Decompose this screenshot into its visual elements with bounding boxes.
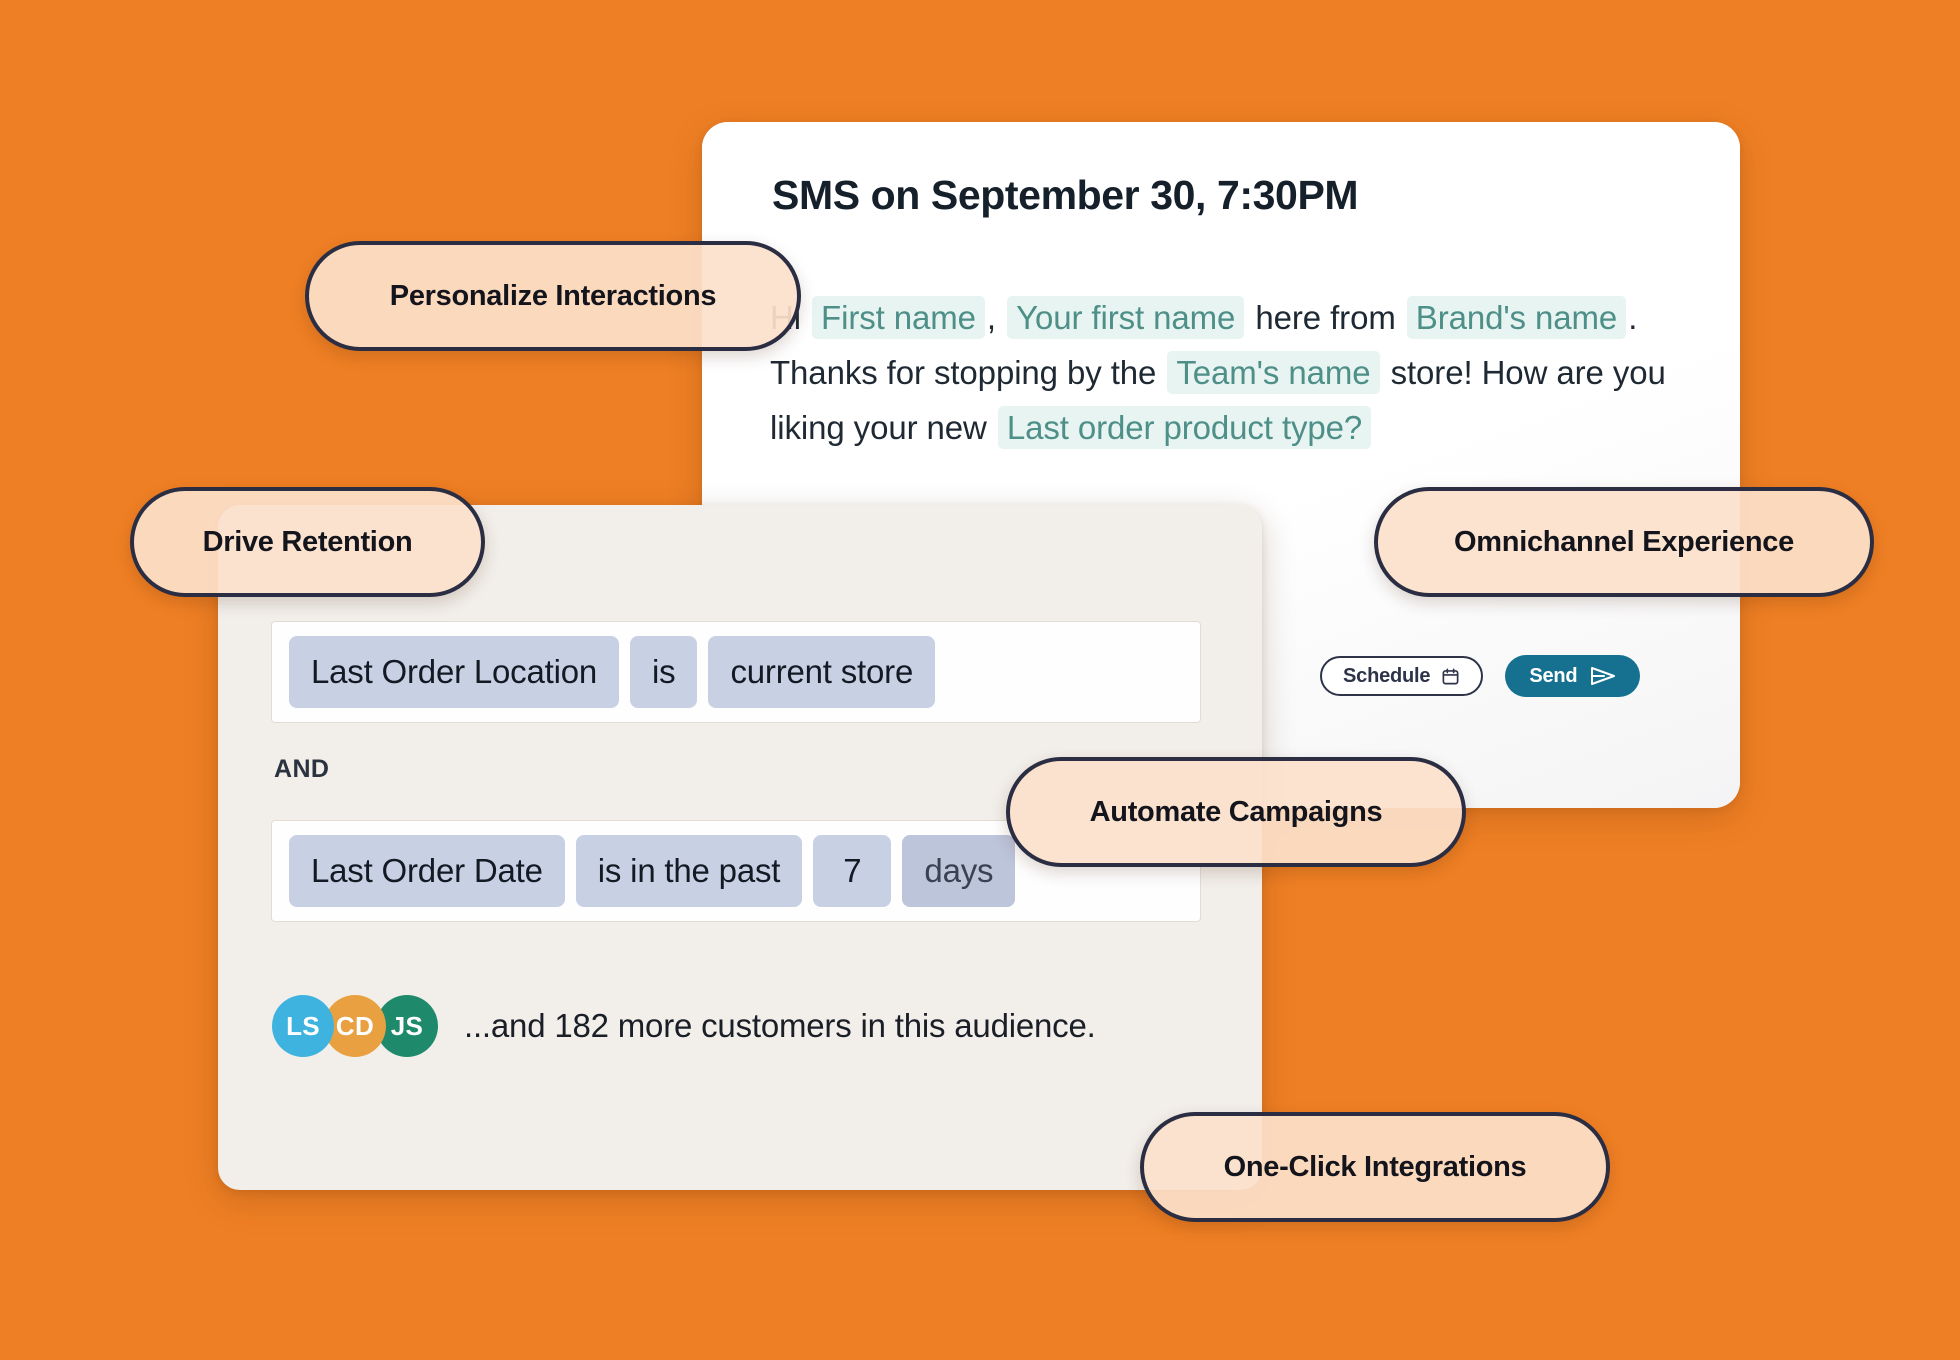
feature-pill-personalize[interactable]: Personalize Interactions — [305, 241, 801, 351]
avatar[interactable]: LS — [272, 995, 334, 1057]
condition-operator-chip[interactable]: is in the past — [575, 835, 803, 907]
promo-graphic-canvas: SMS on September 30, 7:30PM Hi First nam… — [0, 0, 1960, 1360]
send-button-label: Send — [1529, 664, 1578, 687]
condition-operator-chip[interactable]: is — [630, 636, 698, 708]
merge-token-first-name[interactable]: First name — [812, 296, 985, 339]
join-operator-label: AND — [274, 755, 330, 783]
merge-token-your-first-name[interactable]: Your first name — [1007, 296, 1245, 339]
calendar-icon — [1441, 667, 1460, 686]
feature-pill-retention[interactable]: Drive Retention — [130, 487, 485, 597]
paper-plane-icon — [1590, 665, 1616, 687]
sms-message-body[interactable]: Hi First name, Your first name here from… — [770, 290, 1700, 455]
merge-token-brands-name[interactable]: Brand's name — [1406, 296, 1627, 339]
feature-pill-label: One-Click Integrations — [1223, 1150, 1527, 1183]
message-text-here-from: here from — [1255, 299, 1396, 336]
merge-token-teams-name[interactable]: Team's name — [1167, 351, 1380, 394]
feature-pill-label: Drive Retention — [202, 525, 413, 558]
condition-field-chip[interactable]: Last Order Location — [289, 636, 620, 708]
message-text-comma: , — [986, 299, 996, 336]
sms-card-title: SMS on September 30, 7:30PM — [772, 172, 1359, 218]
schedule-button[interactable]: Schedule — [1320, 656, 1484, 696]
condition-unit-chip[interactable]: days — [902, 835, 1016, 907]
feature-pill-one-click[interactable]: One-Click Integrations — [1140, 1112, 1610, 1222]
sms-action-bar: Schedule Send — [1320, 655, 1641, 697]
feature-pill-automate[interactable]: Automate Campaigns — [1006, 757, 1466, 867]
merge-token-last-order-product-type[interactable]: Last order product type? — [997, 406, 1372, 449]
schedule-button-label: Schedule — [1343, 664, 1431, 687]
audience-summary-text: ...and 182 more customers in this audien… — [464, 1007, 1096, 1044]
audience-preview: LS CD JS ...and 182 more customers in th… — [272, 995, 1096, 1057]
condition-field-chip[interactable]: Last Order Date — [289, 835, 565, 907]
condition-row[interactable]: Last Order Location is current store — [271, 621, 1201, 723]
condition-amount-chip[interactable]: 7 — [813, 835, 892, 907]
feature-pill-label: Automate Campaigns — [1089, 795, 1383, 828]
feature-pill-label: Personalize Interactions — [389, 279, 717, 312]
condition-value-chip[interactable]: current store — [708, 636, 936, 708]
feature-pill-label: Omnichannel Experience — [1454, 525, 1794, 558]
send-button[interactable]: Send — [1505, 655, 1641, 697]
feature-pill-omnichannel[interactable]: Omnichannel Experience — [1374, 487, 1874, 597]
